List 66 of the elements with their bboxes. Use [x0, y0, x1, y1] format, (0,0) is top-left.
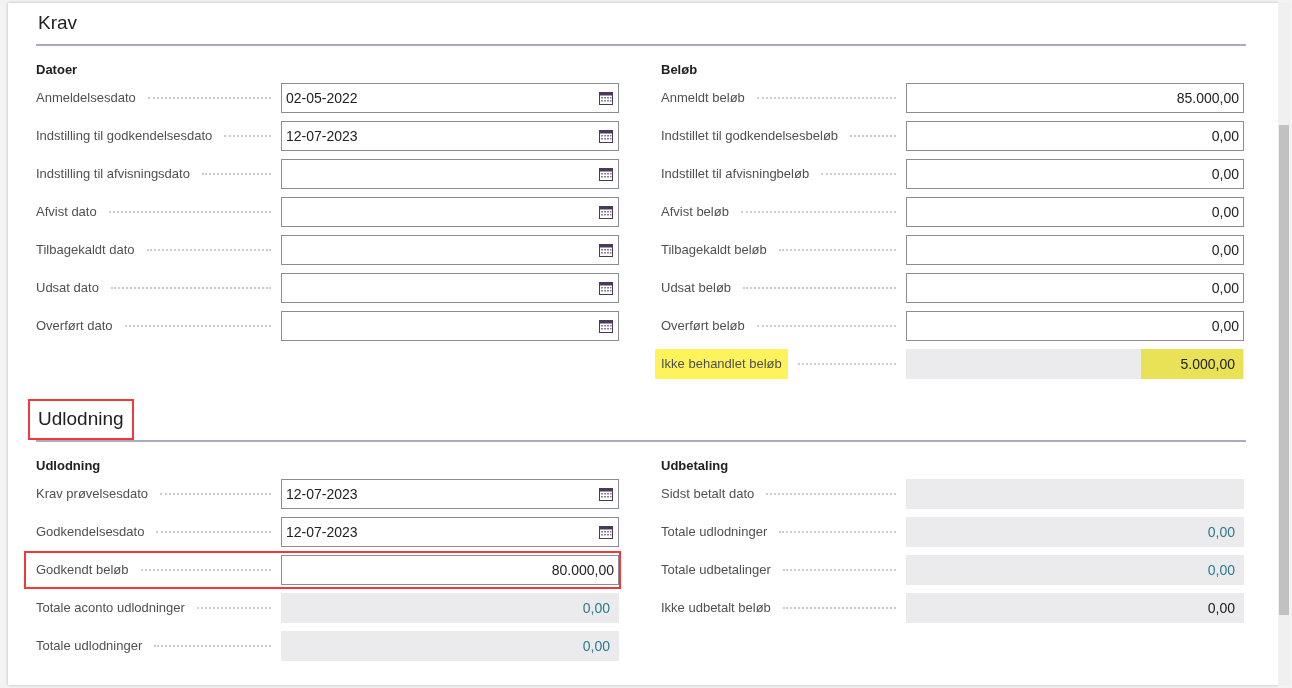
field-label: Indstillet til godkendelsesbeløb [660, 127, 840, 146]
dot-leader [850, 135, 896, 137]
field-label: Anmeldt beløb [660, 89, 746, 108]
date-field[interactable] [281, 235, 619, 265]
calendar-icon[interactable] [598, 486, 614, 502]
group-title: Beløb [661, 60, 699, 79]
date-field[interactable] [281, 159, 619, 189]
section-title: Krav [37, 11, 79, 35]
amount-field[interactable]: 80.000,00 [281, 555, 619, 585]
date-field[interactable]: 02-05-2022 [281, 83, 619, 113]
field-label: Afvist beløb [660, 203, 730, 222]
amount-field[interactable]: 0,00 [906, 121, 1244, 151]
date-field[interactable] [281, 273, 619, 303]
calendar-icon[interactable] [598, 318, 614, 334]
field-label: Anmeldelsesdato [35, 89, 137, 108]
field-label: Afvist dato [35, 203, 98, 222]
field-label: Udsat beløb [660, 279, 733, 298]
amount-field[interactable]: 0,00 [906, 273, 1244, 303]
field-label: Indstillet til afvisningbeløb [660, 165, 811, 184]
amount-field[interactable]: 85.000,00 [906, 83, 1244, 113]
field-label: Totale udlodninger [660, 523, 769, 542]
readonly-field: 0,00 [281, 593, 619, 623]
field-label: Krav prøvelsesdato [35, 485, 149, 504]
dot-leader [224, 135, 271, 137]
calendar-icon[interactable] [598, 204, 614, 220]
calendar-icon[interactable] [598, 128, 614, 144]
scrollbar-thumb[interactable] [1279, 125, 1289, 615]
field-label: Tilbagekaldt beløb [660, 241, 768, 260]
field-label: Sidst betalt dato [660, 485, 756, 504]
date-field[interactable]: 12-07-2023 [281, 479, 619, 509]
field-label: Ikke behandlet beløb [655, 349, 788, 379]
readonly-field: 0,00 [906, 555, 1244, 585]
field-label: Ikke udbetalt beløb [660, 599, 772, 618]
readonly-field: 5.000,00 [906, 349, 1244, 379]
date-field[interactable]: 12-07-2023 [281, 121, 619, 151]
field-label: Godkendelsesdato [35, 523, 146, 542]
field-label: Godkendt beløb [35, 561, 130, 580]
field-label: Totale udlodninger [35, 637, 144, 656]
date-field[interactable] [281, 197, 619, 227]
amount-field[interactable]: 0,00 [906, 235, 1244, 265]
group-title: Udbetaling [661, 456, 730, 475]
section-title: Udlodning [28, 399, 134, 440]
field-label: Indstilling til godkendelsesdato [35, 127, 214, 146]
calendar-icon[interactable] [598, 524, 614, 540]
group-title: Datoer [36, 60, 79, 79]
readonly-field: 0,00 [281, 631, 619, 661]
amount-field[interactable]: 0,00 [906, 159, 1244, 189]
readonly-field: 0,00 [906, 593, 1244, 623]
field-label: Totale aconto udlodninger [35, 599, 186, 618]
field-label: Udsat dato [35, 279, 100, 298]
calendar-icon[interactable] [598, 242, 614, 258]
amount-field[interactable]: 0,00 [906, 311, 1244, 341]
field-label: Indstilling til afvisningsdato [35, 165, 191, 184]
field-label: Tilbagekaldt dato [35, 241, 136, 260]
calendar-icon[interactable] [598, 280, 614, 296]
calendar-icon[interactable] [598, 166, 614, 182]
date-field[interactable]: 12-07-2023 [281, 517, 619, 547]
calendar-icon[interactable] [598, 90, 614, 106]
field-label: Overført beløb [660, 317, 746, 336]
field-label: Overført dato [35, 317, 114, 336]
field-label: Totale udbetalinger [660, 561, 772, 580]
group-title: Udlodning [36, 456, 102, 475]
date-field[interactable] [281, 311, 619, 341]
dot-leader [201, 173, 271, 175]
readonly-field: 0,00 [906, 517, 1244, 547]
amount-field[interactable]: 0,00 [906, 197, 1244, 227]
